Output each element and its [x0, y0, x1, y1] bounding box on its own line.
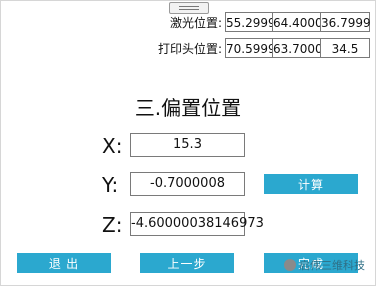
print-head-position-z: 34.5 [320, 38, 370, 58]
drag-handle-line [179, 9, 199, 10]
z-label: Z: [102, 213, 123, 237]
calculate-button[interactable]: 计算 [264, 174, 358, 194]
previous-step-button[interactable]: 上一步 [140, 253, 234, 273]
drag-handle-line [179, 6, 199, 7]
exit-button[interactable]: 退 出 [17, 253, 111, 273]
watermark-text: 启伟三维科技 [299, 259, 365, 272]
laser-position-x: 55.2999 [225, 12, 276, 32]
print-head-position-x: 70.5999 [225, 38, 276, 58]
drag-handle[interactable] [169, 2, 209, 14]
laser-position-label: 激光位置: [169, 16, 222, 30]
x-offset-field[interactable]: 15.3 [130, 133, 245, 157]
print-head-position-y: 63.7000 [272, 38, 323, 58]
watermark: 启伟三维科技 [284, 257, 365, 273]
laser-position-y: 64.4000 [272, 12, 323, 32]
print-head-position-label: 打印头位置: [157, 42, 222, 56]
watermark-logo-icon [284, 259, 296, 271]
y-offset-field[interactable]: -0.7000008 [130, 172, 245, 196]
y-label: Y: [102, 173, 119, 197]
x-label: X: [102, 134, 123, 158]
section-title: 三.偏置位置 [134, 96, 242, 120]
laser-position-z: 36.7999 [320, 12, 371, 32]
z-offset-field[interactable]: -4.60000038146973 [130, 212, 264, 236]
